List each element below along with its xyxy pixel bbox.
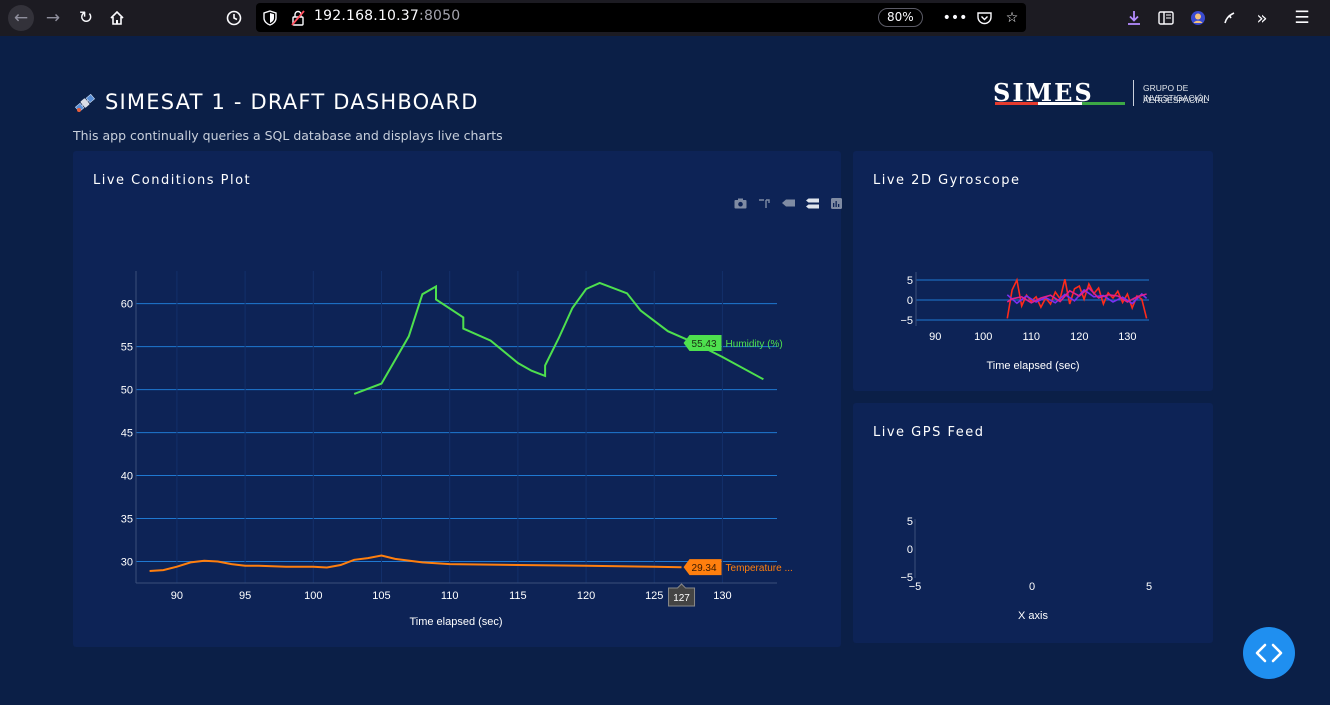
gps-x-axis-label: X axis (1018, 610, 1048, 622)
gyro-x-tick-label: 110 (1023, 331, 1041, 343)
extension-icon[interactable] (1218, 6, 1242, 30)
history-clock-icon[interactable] (222, 6, 246, 30)
overflow-chevrons-icon[interactable]: » (1250, 6, 1274, 30)
conditions-y-tick-label: 60 (121, 299, 133, 311)
back-arrow-icon[interactable]: ← (8, 5, 34, 31)
gps-panel: Live GPS Feed −5 0 5 −5 0 5 X axis (853, 403, 1213, 643)
gps-y-tick-label: 5 (907, 516, 913, 528)
conditions-x-tick-label: 120 (577, 590, 595, 602)
simes-logo: SIMES GRUPO DE INVESTIGACIÓN AEROESPACIA… (993, 78, 1253, 112)
page-title: SIMESAT 1 - DRAFT DASHBOARD (105, 90, 479, 114)
gps-x-tick-label: −5 (909, 581, 922, 593)
conditions-x-tick-label: 105 (372, 590, 390, 602)
conditions-panel: Live Conditions Plot 30 35 40 45 50 55 60 9 (73, 151, 842, 647)
insecure-lock-icon[interactable] (288, 8, 308, 28)
conditions-y-tick-label: 35 (121, 514, 133, 526)
gyro-x-tick-label: 130 (1118, 331, 1136, 343)
gyro-x-tick-label: 100 (974, 331, 992, 343)
gps-x-tick-label: 0 (1029, 581, 1035, 593)
temperature-series-line (149, 554, 682, 572)
forward-arrow-icon[interactable]: → (41, 6, 65, 30)
bookmark-star-icon[interactable]: ☆ (1002, 8, 1022, 28)
gyro-x-tick-label: 90 (929, 331, 941, 343)
gyro-y-tick-label: 0 (907, 295, 913, 307)
conditions-x-tick-label: 115 (509, 590, 527, 602)
conditions-y-tick-label: 40 (121, 471, 133, 483)
conditions-x-tick-label: 95 (239, 590, 251, 602)
gyroscope-chart[interactable]: −5 0 5 90 100 110 120 130 Time elapsed (sec) (853, 151, 1213, 391)
pocket-icon[interactable] (974, 8, 994, 28)
page-subtitle: This app continually queries a SQL datab… (73, 128, 503, 143)
conditions-x-tick-label: 110 (441, 590, 459, 602)
url-bar[interactable]: 192.168.10.37:8050 80% ••• ☆ (256, 3, 1026, 32)
temperature-hover-name: Temperature ... (726, 563, 793, 574)
humidity-hover-value: 55.43 (692, 339, 717, 350)
gyro-y-tick-label: −5 (900, 315, 913, 327)
conditions-x-tick-label: 130 (713, 590, 731, 602)
dashboard-page: SIMESAT 1 - DRAFT DASHBOARD This app con… (0, 36, 1330, 705)
gyroscope-panel: Live 2D Gyroscope −5 0 5 90 100 110 120 130 Ti… (853, 151, 1213, 391)
conditions-x-axis-label: Time elapsed (sec) (409, 616, 502, 628)
hamburger-menu-icon[interactable]: ☰ (1290, 6, 1314, 30)
url-host: 192.168.10.37 (314, 8, 420, 24)
conditions-x-tick-label: 125 (645, 590, 663, 602)
hover-labels: 55.43 Humidity (%) 29.34 Temperature ...… (668, 334, 793, 607)
conditions-x-tick-label: 100 (304, 590, 322, 602)
dev-tools-toggle-button[interactable] (1243, 627, 1295, 679)
gps-x-tick-label: 5 (1146, 581, 1152, 593)
logo-underline (995, 102, 1125, 105)
shield-icon[interactable] (260, 8, 280, 28)
browser-toolbar: ← → ↻ 192.168.10.37:8050 80% ••• ☆ » ☰ (0, 0, 1330, 36)
code-brackets-icon (1255, 643, 1283, 663)
logo-subtitle-line2: AEROESPACIAL (1143, 95, 1209, 105)
home-icon[interactable] (105, 6, 129, 30)
temperature-hover-value: 29.34 (692, 563, 717, 574)
reader-view-icon[interactable] (1154, 6, 1178, 30)
gps-chart[interactable]: −505 −5 0 5 X axis (853, 403, 1213, 643)
download-icon[interactable] (1122, 6, 1146, 30)
gyro-x-tick-label: 120 (1070, 331, 1088, 343)
url-text[interactable]: 192.168.10.37:8050 (314, 8, 460, 24)
conditions-x-tick-label: 90 (171, 590, 183, 602)
conditions-y-tick-label: 50 (121, 385, 133, 397)
x-hover-value: 127 (673, 593, 690, 604)
conditions-y-tick-label: 30 (121, 557, 133, 569)
conditions-chart[interactable]: 30 35 40 45 50 55 60 90 95 100 105 110 115 120 125 130… (73, 151, 841, 647)
more-actions-icon[interactable]: ••• (943, 8, 968, 28)
logo-divider (1133, 80, 1134, 106)
conditions-y-tick-label: 45 (121, 428, 133, 440)
conditions-y-tick-label: 55 (121, 342, 133, 354)
zoom-level-badge[interactable]: 80% (878, 8, 923, 27)
reload-icon[interactable]: ↻ (74, 6, 98, 30)
gps-y-tick-label: 0 (907, 544, 913, 556)
gyro-y-tick-label: 5 (907, 275, 913, 287)
humidity-hover-name: Humidity (%) (726, 339, 783, 350)
url-port: :8050 (419, 8, 461, 24)
gyro-x-axis-label: Time elapsed (sec) (986, 360, 1079, 372)
account-avatar-icon[interactable] (1186, 6, 1210, 30)
satellite-icon (74, 93, 96, 113)
